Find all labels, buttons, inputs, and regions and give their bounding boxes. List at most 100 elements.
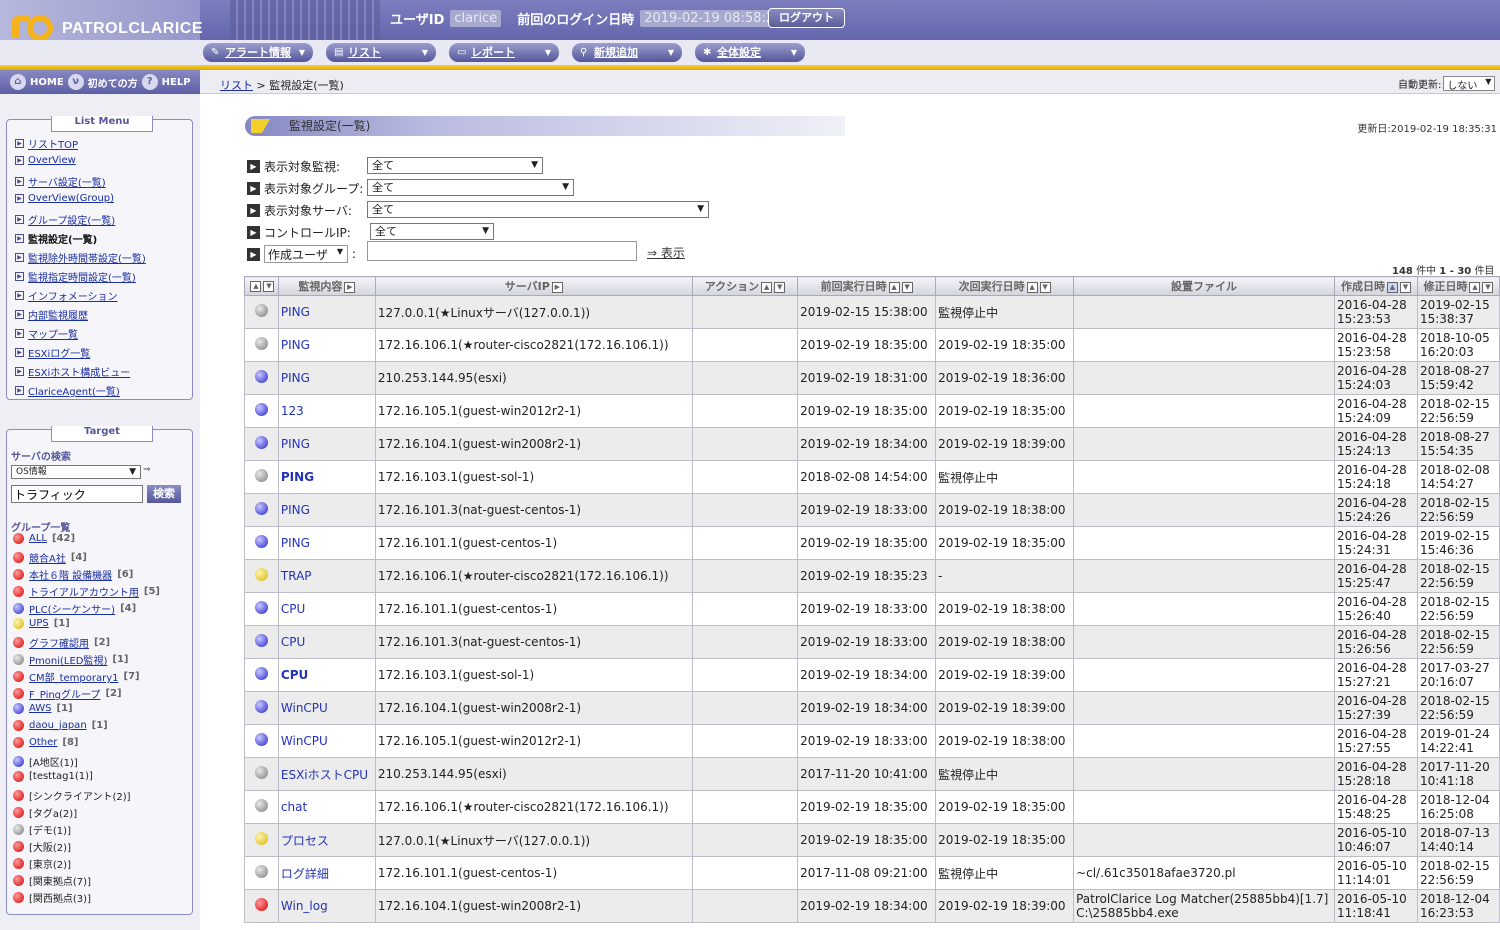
group-item[interactable]: 本社６階 設備機器 [6] (13, 567, 133, 582)
group-tag[interactable]: [A地区(1)] (29, 754, 78, 769)
table-row[interactable]: PING 172.16.101.1(guest-centos-1) 2019-02-… (244, 526, 1500, 560)
sidebar-item-label[interactable]: マップ一覧 (28, 326, 78, 341)
sidebar-item[interactable]: ▶ 監視除外時間帯設定(一覧) (15, 250, 146, 265)
monitor-link[interactable]: CPU (281, 635, 305, 649)
group-tag[interactable]: [タグa(2)] (29, 805, 77, 820)
group-item[interactable]: [シンクライアント(2)] (13, 788, 136, 803)
group-item[interactable]: PLC(シーケンサー) [4] (13, 601, 136, 616)
sidebar-item[interactable]: ▶ ESXiログ一覧 (15, 345, 90, 360)
sidebar-item[interactable]: ▶ 監視設定(一覧) (15, 231, 97, 246)
sidebar-item-label[interactable]: リストTOP (28, 136, 78, 151)
ip-select[interactable]: 全て ▼ (370, 223, 494, 240)
table-row[interactable]: PING 127.0.0.1(★Linuxサーバ(127.0.0.1)) 2019-… (244, 295, 1500, 329)
sidebar-item[interactable]: ▶ ESXiホスト構成ビュー (15, 364, 130, 379)
group-item[interactable]: CM部_temporary1 [7] (13, 669, 140, 684)
sidebar-item-label[interactable]: グループ設定(一覧) (28, 212, 115, 227)
group-item[interactable]: トライアルアカウント用 [5] (13, 584, 160, 599)
monitor-link[interactable]: プロセス (281, 834, 329, 848)
group-item[interactable]: daou_japan [1] (13, 720, 108, 731)
table-row[interactable]: PING 172.16.101.3(nat-guest-centos-1) 2019… (244, 493, 1500, 527)
menu-report[interactable]: ▭ レポート ▼ (449, 43, 559, 62)
table-row[interactable]: TRAP 172.16.106.1(★router-cisco2821(172.1… (244, 559, 1500, 593)
group-tag[interactable]: [デモ(1)] (29, 822, 71, 837)
group-link[interactable]: PLC(シーケンサー) (29, 601, 115, 616)
sort-desc-icon[interactable]: ▼ (1400, 281, 1411, 293)
sort-icon[interactable]: ▶ (344, 281, 356, 293)
table-row[interactable]: ESXiホストCPU 210.253.144.95(esxi) 2017-11-20… (244, 757, 1500, 791)
sidebar-item[interactable]: ▶ ClariceAgent(一覧) (15, 383, 120, 398)
sort-desc-icon[interactable]: ▼ (901, 281, 913, 293)
group-tag[interactable]: [東京(2)] (29, 856, 71, 871)
table-row[interactable]: WinCPU 172.16.105.1(guest-win2012r2-1) 201… (244, 724, 1500, 758)
group-link[interactable]: CM部_temporary1 (29, 669, 119, 684)
breadcrumb-list-link[interactable]: リスト (220, 79, 253, 92)
monitor-link[interactable]: ESXiホストCPU (281, 768, 368, 782)
sidebar-item[interactable]: ▶ マップ一覧 (15, 326, 78, 341)
group-item[interactable]: [関西拠点(3)] (13, 890, 96, 905)
group-link[interactable]: Other (29, 737, 57, 748)
group-item[interactable]: [A地区(1)] (13, 754, 83, 769)
monitor-link[interactable]: PING (281, 437, 310, 451)
sidebar-item-label[interactable]: インフォメーション (28, 288, 118, 303)
group-item[interactable]: [デモ(1)] (13, 822, 76, 837)
table-row[interactable]: PING 172.16.104.1(guest-win2008r2-1) 2019-… (244, 427, 1500, 461)
sidebar-item[interactable]: ▶ グループ設定(一覧) (15, 212, 115, 227)
monitor-link[interactable]: CPU (281, 602, 305, 616)
sidebar-item-label[interactable]: サーバ設定(一覧) (28, 174, 106, 189)
menu-alert[interactable]: ✎ アラート情報 ▼ (203, 43, 313, 62)
monitor-select[interactable]: 全て ▼ (367, 157, 543, 174)
group-tag[interactable]: [関西拠点(3)] (29, 890, 91, 905)
group-link[interactable]: グラフ確認用 (29, 635, 89, 650)
sort-asc-icon[interactable]: ▲ (1026, 281, 1038, 293)
group-tag[interactable]: [関東拠点(7)] (29, 873, 91, 888)
sidebar-item[interactable]: ▶ インフォメーション (15, 288, 118, 303)
search-type-select[interactable]: OS情報 ▼ (11, 465, 141, 479)
group-link[interactable]: Pmoni(LED監視) (29, 652, 107, 667)
sort-asc-icon[interactable]: ▲ (250, 281, 262, 292)
sidebar-item-label[interactable]: ClariceAgent(一覧) (28, 383, 120, 398)
group-item[interactable]: F_Pingグループ [2] (13, 686, 122, 701)
sidebar-item-label[interactable]: 内部監視履歴 (28, 307, 88, 322)
group-link[interactable]: F_Pingグループ (29, 686, 100, 701)
table-row[interactable]: PING 172.16.103.1(guest-sol-1) 2018-02-08 … (244, 460, 1500, 494)
group-tag[interactable]: [シンクライアント(2)] (29, 788, 131, 803)
group-tag[interactable]: [大阪(2)] (29, 839, 71, 854)
table-row[interactable]: ログ詳細 172.16.101.1(guest-centos-1) 2017-11-… (244, 856, 1500, 890)
group-link[interactable]: ALL (29, 533, 47, 544)
group-tag[interactable]: [testtag1(1)] (29, 771, 93, 782)
monitor-link[interactable]: chat (281, 800, 307, 814)
sort-asc-icon[interactable]: ▲ (1387, 281, 1398, 293)
group-link[interactable]: 競合A社 (29, 550, 66, 565)
sidebar-item-label[interactable]: ESXiログ一覧 (28, 345, 90, 360)
group-link[interactable]: AWS (29, 703, 52, 714)
sort-desc-icon[interactable]: ▼ (263, 281, 275, 292)
sort-desc-icon[interactable]: ▼ (774, 281, 786, 293)
group-link[interactable]: トライアルアカウント用 (29, 584, 139, 599)
sort-icon[interactable]: ▶ (551, 281, 563, 293)
group-item[interactable]: [東京(2)] (13, 856, 76, 871)
sidebar-item-label[interactable]: 監視除外時間帯設定(一覧) (28, 250, 146, 265)
table-row[interactable]: PING 172.16.106.1(★router-cisco2821(172.1… (244, 328, 1500, 362)
logo[interactable]: PATROLCLARICE (0, 0, 203, 42)
group-link[interactable]: daou_japan (29, 720, 87, 731)
group-item[interactable]: AWS [1] (13, 703, 73, 714)
table-row[interactable]: WinCPU 172.16.104.1(guest-win2008r2-1) 201… (244, 691, 1500, 725)
sidebar-item[interactable]: ▶ 監視指定時間設定(一覧) (15, 269, 136, 284)
search-button[interactable]: 検索 (147, 485, 181, 503)
table-row[interactable]: PING 210.253.144.95(esxi) 2019-02-19 18:31… (244, 361, 1500, 395)
menu-settings[interactable]: ✱ 全体設定 ▼ (695, 43, 805, 62)
sidebar-item-label[interactable]: OverView (28, 155, 76, 166)
group-item[interactable]: Other [8] (13, 737, 79, 748)
show-button[interactable]: ⇒ 表示 (647, 244, 685, 261)
monitor-link[interactable]: PING (281, 371, 310, 385)
sort-asc-icon[interactable]: ▲ (888, 281, 900, 293)
monitor-link[interactable]: WinCPU (281, 701, 328, 715)
sort-desc-icon[interactable]: ▼ (1039, 281, 1051, 293)
monitor-link[interactable]: PING (281, 503, 310, 517)
group-item[interactable]: Pmoni(LED監視) [1] (13, 652, 129, 667)
monitor-link[interactable]: PING (281, 338, 310, 352)
table-row[interactable]: プロセス 127.0.0.1(★Linuxサーバ(127.0.0.1)) 2019-… (244, 823, 1500, 857)
menu-list[interactable]: ▤ リスト ▼ (326, 43, 436, 62)
sidebar-item[interactable]: ▶ OverView(Group) (15, 193, 114, 204)
group-link[interactable]: 本社６階 設備機器 (29, 567, 112, 582)
